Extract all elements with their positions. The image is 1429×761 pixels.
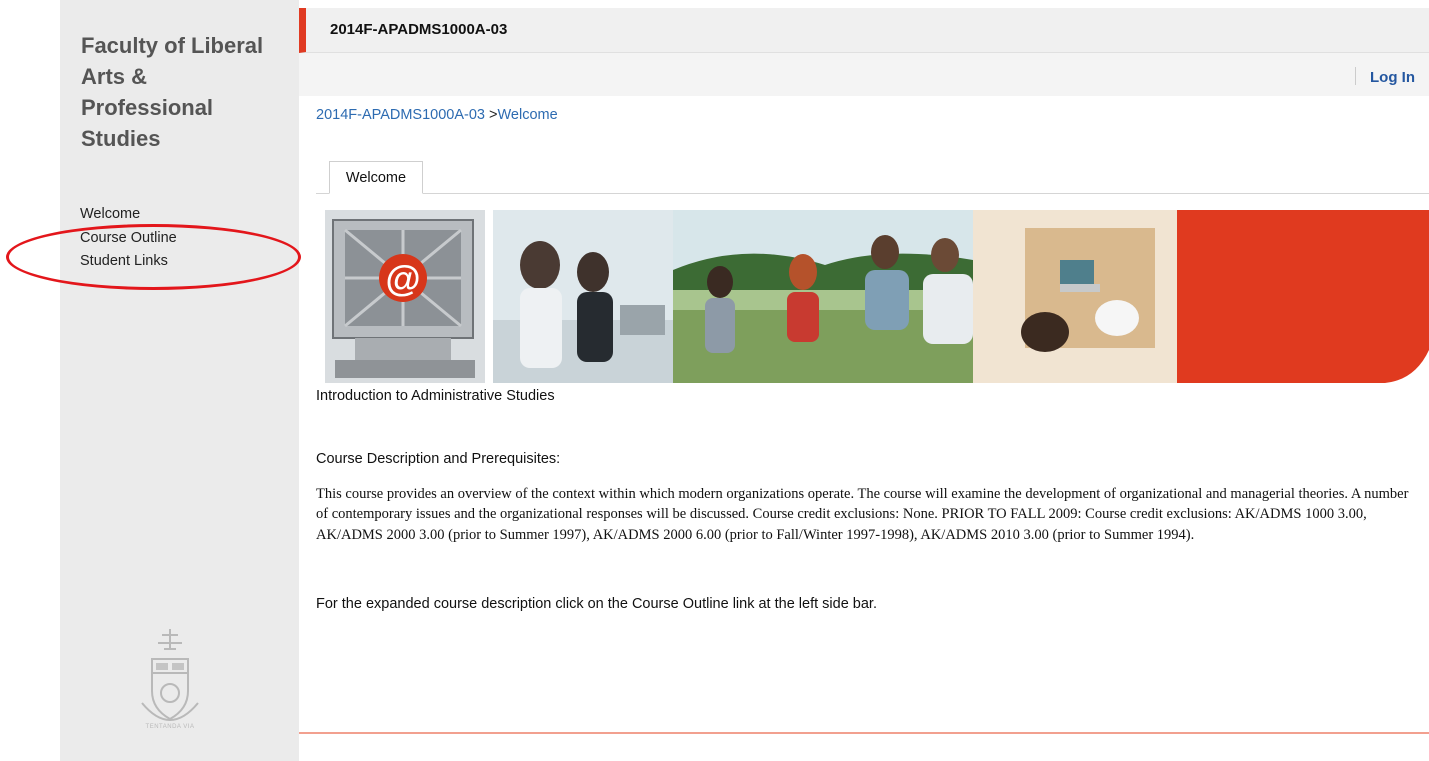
section-heading: Course Description and Prerequisites: — [316, 451, 561, 467]
login-bar: Log In — [299, 53, 1429, 96]
course-banner-image: @ — [325, 210, 1429, 383]
university-crest-icon: TENTANDA VIA — [141, 629, 199, 730]
login-divider — [1355, 67, 1356, 85]
login-link[interactable]: Log In — [1370, 69, 1415, 86]
breadcrumb: 2014F-APADMS1000A-03 >Welcome — [316, 107, 558, 123]
tab-strip-line — [316, 193, 1429, 194]
sidebar-item-course-outline[interactable]: Course Outline — [80, 227, 177, 251]
sidebar-item-student-links[interactable]: Student Links — [80, 250, 177, 274]
course-header: 2014F-APADMS1000A-03 — [299, 8, 1429, 53]
course-description: This course provides an overview of the … — [316, 486, 1409, 543]
course-name: Introduction to Administrative Studies — [316, 388, 555, 404]
breadcrumb-current[interactable]: Welcome — [498, 107, 558, 123]
sidebar-nav: Welcome Course Outline Student Links — [80, 203, 177, 274]
footer-divider — [299, 732, 1429, 734]
course-outline-note: For the expanded course description clic… — [316, 596, 877, 612]
tab-welcome[interactable]: Welcome — [329, 161, 423, 194]
course-code-title: 2014F-APADMS1000A-03 — [330, 21, 508, 38]
crest-motto: TENTANDA VIA — [146, 724, 195, 730]
svg-text:@: @ — [385, 258, 420, 299]
sidebar: Faculty of Liberal Arts & Professional S… — [6, 0, 301, 761]
breadcrumb-course[interactable]: 2014F-APADMS1000A-03 — [316, 107, 485, 123]
sidebar-item-welcome[interactable]: Welcome — [80, 203, 177, 227]
faculty-title: Faculty of Liberal Arts & Professional S… — [81, 33, 264, 151]
breadcrumb-separator: > — [489, 107, 498, 123]
